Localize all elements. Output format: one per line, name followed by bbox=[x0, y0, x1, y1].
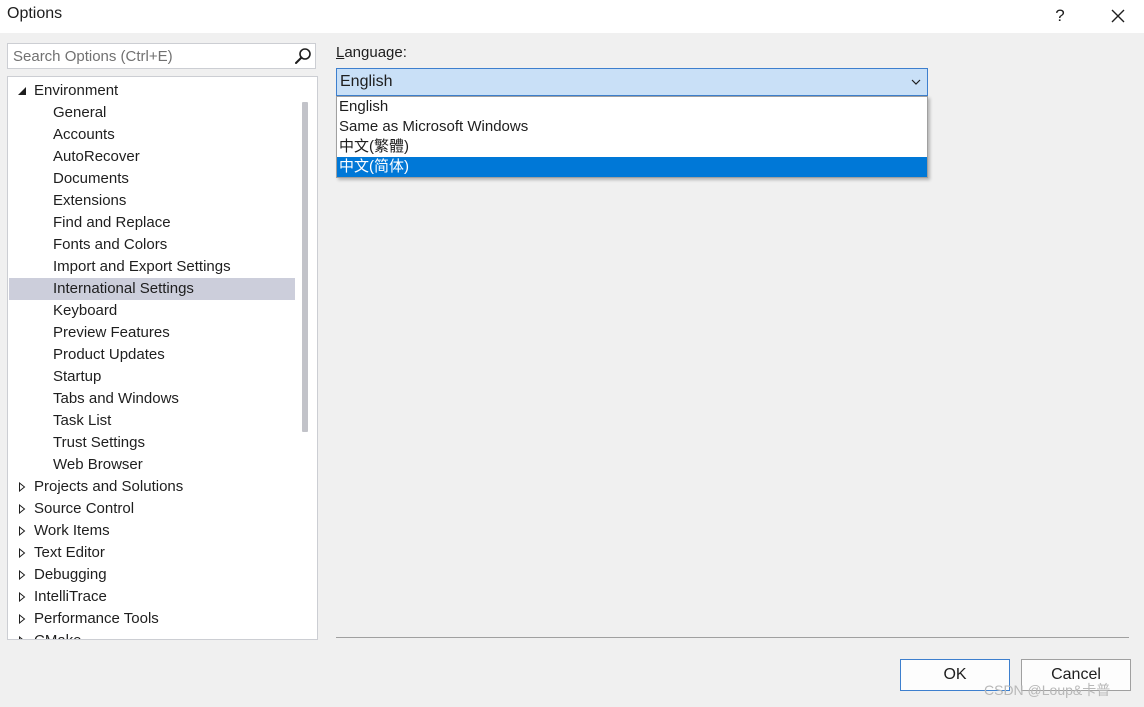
tree-item-import-and-export-settings[interactable]: Import and Export Settings bbox=[9, 256, 295, 278]
tree-item-label: CMake bbox=[34, 630, 82, 639]
tree-item-label: IntelliTrace bbox=[34, 588, 107, 605]
collapsed-triangle-icon[interactable] bbox=[17, 526, 27, 536]
footer-divider bbox=[336, 637, 1129, 638]
search-input[interactable] bbox=[8, 44, 293, 68]
tree-item-source-control[interactable]: Source Control bbox=[9, 498, 295, 520]
tree-scrollbar-thumb[interactable] bbox=[302, 102, 308, 432]
tree-item-text-editor[interactable]: Text Editor bbox=[9, 542, 295, 564]
tree-item-label: General bbox=[53, 104, 107, 121]
tree-item-task-list[interactable]: Task List bbox=[9, 410, 295, 432]
language-option-english[interactable]: English bbox=[337, 97, 927, 117]
tree-item-performance-tools[interactable]: Performance Tools bbox=[9, 608, 295, 630]
tree-item-label: Preview Features bbox=[53, 324, 170, 341]
tree-item-label: Import and Export Settings bbox=[53, 258, 231, 275]
language-option-same-as-windows[interactable]: Same as Microsoft Windows bbox=[337, 117, 927, 137]
tree-item-label: Fonts and Colors bbox=[53, 236, 168, 253]
window-title: Options bbox=[7, 5, 63, 22]
tree-item-projects-and-solutions[interactable]: Projects and Solutions bbox=[9, 476, 295, 498]
tree-item-intellitrace[interactable]: IntelliTrace bbox=[9, 586, 295, 608]
tree-item-label: Web Browser bbox=[53, 456, 143, 473]
tree-item-find-and-replace[interactable]: Find and Replace bbox=[9, 212, 295, 234]
chevron-down-icon bbox=[911, 79, 921, 85]
language-label-text: anguage: bbox=[344, 44, 407, 61]
tree-item-debugging[interactable]: Debugging bbox=[9, 564, 295, 586]
language-option-simplified-chinese[interactable]: 中文(简体) bbox=[337, 157, 927, 177]
options-tree: Environment General Accounts AutoRecover Doc… bbox=[7, 76, 318, 640]
tree-item-label: Tabs and Windows bbox=[53, 390, 179, 407]
tree-item-label: Keyboard bbox=[53, 302, 118, 319]
tree-item-label: Debugging bbox=[34, 566, 107, 583]
language-dropdown-list: English Same as Microsoft Windows 中文(繁體)… bbox=[336, 96, 928, 178]
tree-item-label: Environment bbox=[34, 82, 119, 99]
tree-item-label: Extensions bbox=[53, 192, 127, 209]
tree-item-cmake[interactable]: CMake bbox=[9, 630, 295, 640]
tree-item-extensions[interactable]: Extensions bbox=[9, 190, 295, 212]
help-button[interactable]: ? bbox=[1045, 2, 1075, 30]
tree-item-autorecover[interactable]: AutoRecover bbox=[9, 146, 295, 168]
tree-item-international-settings[interactable]: International Settings bbox=[9, 278, 295, 300]
tree-item-label: Task List bbox=[53, 412, 112, 429]
collapsed-triangle-icon[interactable] bbox=[17, 614, 27, 624]
tree-item-label: Accounts bbox=[53, 126, 115, 143]
collapsed-triangle-icon[interactable] bbox=[17, 548, 27, 558]
tree-item-label: Documents bbox=[53, 170, 129, 187]
tree-item-label: Product Updates bbox=[53, 346, 165, 363]
search-box bbox=[7, 43, 316, 69]
tree-item-label: International Settings bbox=[53, 280, 194, 297]
tree-item-label: AutoRecover bbox=[53, 148, 140, 165]
collapsed-triangle-icon[interactable] bbox=[17, 592, 27, 602]
tree-item-web-browser[interactable]: Web Browser bbox=[9, 454, 295, 476]
tree-item-label: Work Items bbox=[34, 522, 110, 539]
language-option-traditional-chinese[interactable]: 中文(繁體) bbox=[337, 137, 927, 157]
tree-item-fonts-and-colors[interactable]: Fonts and Colors bbox=[9, 234, 295, 256]
tree-item-accounts[interactable]: Accounts bbox=[9, 124, 295, 146]
collapsed-triangle-icon[interactable] bbox=[17, 482, 27, 492]
tree-item-general[interactable]: General bbox=[9, 102, 295, 124]
tree-item-product-updates[interactable]: Product Updates bbox=[9, 344, 295, 366]
language-label: Language: bbox=[336, 44, 407, 61]
collapsed-triangle-icon[interactable] bbox=[17, 636, 27, 640]
tree-item-label: Projects and Solutions bbox=[34, 478, 184, 495]
search-icon[interactable] bbox=[293, 46, 313, 66]
tree-item-environment[interactable]: Environment bbox=[9, 80, 295, 102]
tree-item-work-items[interactable]: Work Items bbox=[9, 520, 295, 542]
tree-item-startup[interactable]: Startup bbox=[9, 366, 295, 388]
collapsed-triangle-icon[interactable] bbox=[17, 504, 27, 514]
tree-item-label: Startup bbox=[53, 368, 102, 385]
tree-item-tabs-and-windows[interactable]: Tabs and Windows bbox=[9, 388, 295, 410]
tree-item-preview-features[interactable]: Preview Features bbox=[9, 322, 295, 344]
tree-item-label: Text Editor bbox=[34, 544, 105, 561]
tree-item-trust-settings[interactable]: Trust Settings bbox=[9, 432, 295, 454]
title-bar: Options ? bbox=[0, 0, 1144, 33]
language-selected-value: English bbox=[340, 73, 393, 90]
tree-item-label: Trust Settings bbox=[53, 434, 145, 451]
expanded-triangle-icon[interactable] bbox=[17, 86, 27, 96]
tree-item-label: Performance Tools bbox=[34, 610, 159, 627]
close-icon bbox=[1111, 9, 1125, 23]
tree-item-documents[interactable]: Documents bbox=[9, 168, 295, 190]
language-combobox[interactable]: English bbox=[336, 68, 928, 96]
tree-item-label: Source Control bbox=[34, 500, 135, 517]
collapsed-triangle-icon[interactable] bbox=[17, 570, 27, 580]
tree-item-label: Find and Replace bbox=[53, 214, 171, 231]
close-button[interactable] bbox=[1103, 2, 1133, 30]
watermark: CSDN @Loup&卡普 bbox=[984, 682, 1111, 698]
tree-item-keyboard[interactable]: Keyboard bbox=[9, 300, 295, 322]
